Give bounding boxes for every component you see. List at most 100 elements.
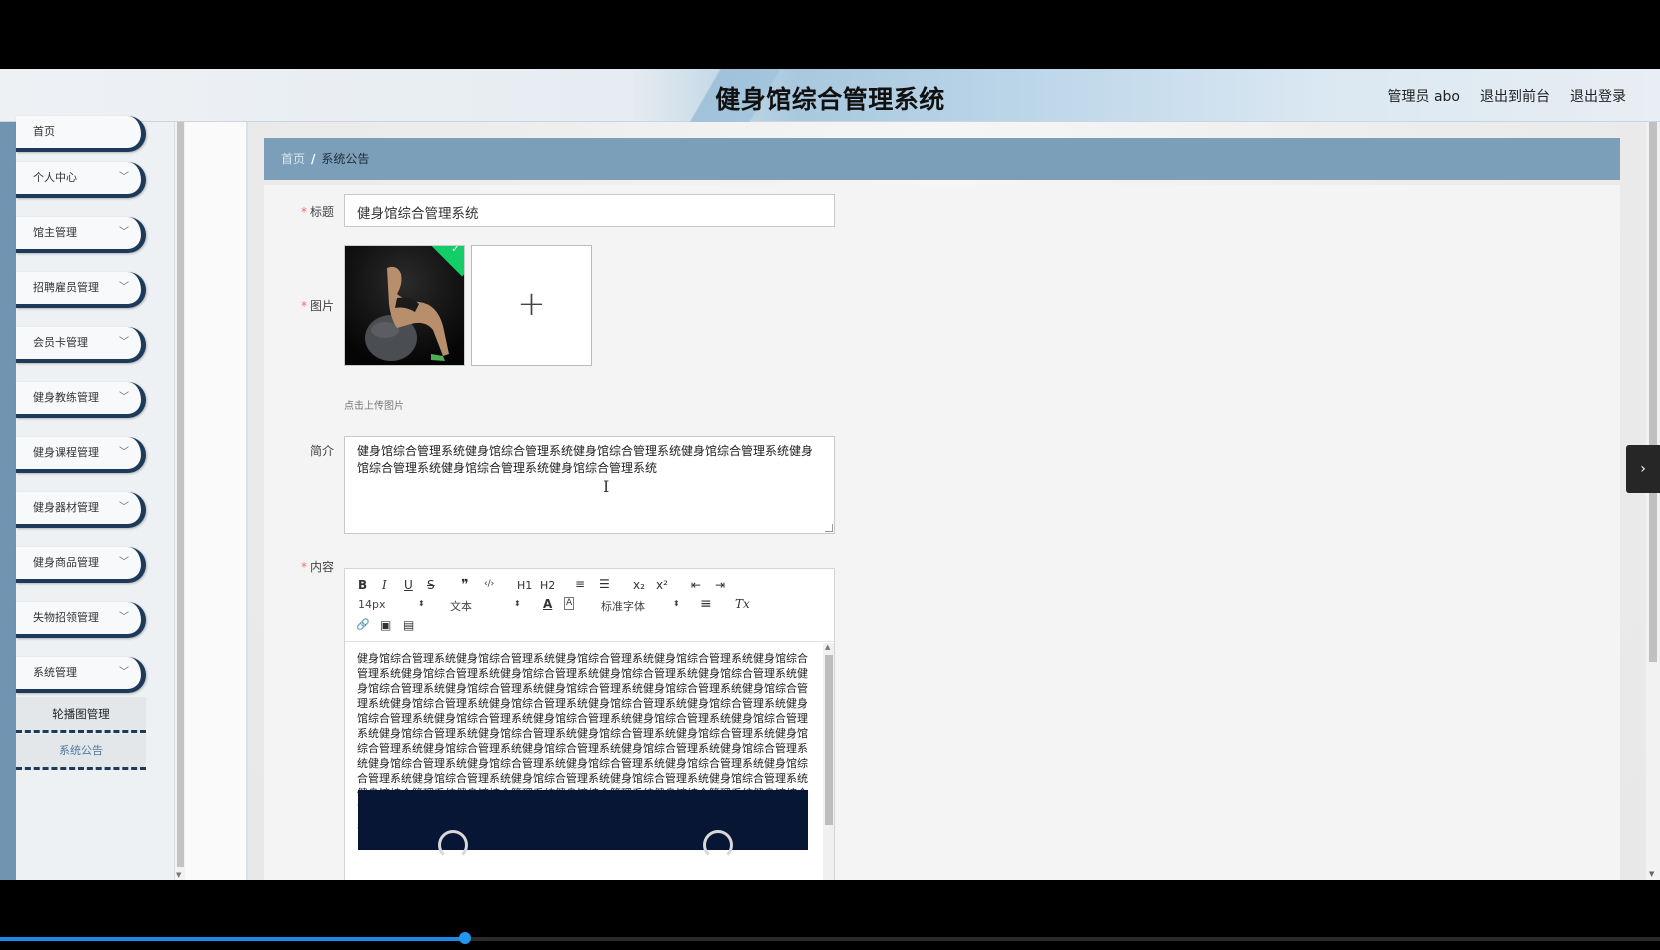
scroll-down-icon[interactable]: ▼: [176, 871, 181, 879]
bullet-list-button[interactable]: ☰: [599, 577, 610, 591]
font-color-button[interactable]: A: [543, 597, 552, 611]
video-frame: 健身馆综合管理系统 管理员 abo 退出到前台 退出登录 首页 个人中心 ﹀ 馆主…: [0, 0, 1660, 950]
indent-button[interactable]: ⇥: [715, 578, 725, 592]
back-to-frontend-link[interactable]: 退出到前台: [1480, 86, 1550, 106]
sidebar-item-label: 失物招领管理: [33, 611, 99, 624]
uploaded-image-thumbnail[interactable]: ✓: [344, 245, 465, 366]
rich-text-editor: B I U S ❞ ‹/› H1 H2 ≡ ☰ x₂ x² ⇤ ⇥ 14px ⬍…: [344, 568, 835, 880]
quote-button[interactable]: ❞: [461, 577, 469, 593]
sidebar-item-label: 健身教练管理: [33, 391, 99, 404]
sidebar-item-owner-management[interactable]: 馆主管理 ﹀: [16, 217, 146, 253]
scroll-up-icon[interactable]: ▲: [825, 643, 830, 651]
strike-button[interactable]: S: [427, 578, 435, 592]
font-size-value: 14px: [358, 598, 386, 611]
italic-button[interactable]: I: [382, 578, 387, 592]
outdent-button[interactable]: ⇤: [691, 578, 701, 592]
editor-scrollbar[interactable]: ▲: [823, 643, 834, 880]
intro-label: 简介: [309, 444, 334, 458]
main-scrollbar[interactable]: ▼: [1646, 122, 1660, 880]
content-gutter: [185, 122, 248, 880]
link-button[interactable]: 🔗: [356, 618, 370, 631]
sidebar-item-label: 招聘雇员管理: [33, 281, 99, 294]
align-button[interactable]: ≡: [700, 596, 712, 612]
bold-button[interactable]: B: [358, 578, 367, 592]
chevron-down-icon: ﹀: [119, 612, 129, 623]
text-cursor-icon: I: [603, 477, 610, 496]
upload-add-button[interactable]: +: [471, 245, 592, 366]
font-family-select[interactable]: 标准字体 ⬍: [601, 598, 681, 614]
format-value: 文本: [450, 600, 472, 613]
sidebar-item-coach-management[interactable]: 健身教练管理 ﹀: [16, 382, 146, 418]
font-size-select[interactable]: 14px ⬍: [358, 598, 428, 611]
video-progress-knob[interactable]: [459, 932, 471, 944]
sidebar-item-employee-management[interactable]: 招聘雇员管理 ﹀: [16, 272, 146, 308]
image-detail: [438, 830, 468, 860]
video-progress-fill: [0, 937, 465, 941]
fitness-photo: [345, 246, 464, 365]
select-arrows-icon: ⬍: [514, 599, 521, 608]
sidebar-item-membership-card[interactable]: 会员卡管理 ﹀: [16, 327, 146, 363]
intro-textarea[interactable]: 健身馆综合管理系统健身馆综合管理系统健身馆综合管理系统健身馆综合管理系统健身馆综…: [344, 436, 835, 534]
sidebar-item-label: 馆主管理: [33, 226, 77, 239]
top-header: 健身馆综合管理系统 管理员 abo 退出到前台 退出登录: [0, 69, 1660, 122]
sidebar-item-product-management[interactable]: 健身商品管理 ﹀: [16, 547, 146, 583]
submenu-item-carousel[interactable]: 轮播图管理: [16, 697, 146, 733]
sidebar-item-system-management[interactable]: 系统管理 ﹀: [16, 657, 146, 693]
content-label: * 内容: [300, 560, 334, 574]
sidebar-item-label: 健身商品管理: [33, 556, 99, 569]
chevron-down-icon: ﹀: [119, 667, 129, 678]
video-button[interactable]: ▤: [403, 618, 414, 632]
title-label: * 标题: [300, 205, 334, 219]
title-input[interactable]: 健身馆综合管理系统: [344, 194, 835, 227]
main-scrollbar-thumb[interactable]: [1649, 122, 1657, 662]
check-icon: ✓: [451, 245, 460, 255]
image-button[interactable]: ▣: [380, 618, 391, 632]
resize-handle[interactable]: [825, 524, 833, 532]
required-mark: *: [300, 560, 307, 574]
heading2-button[interactable]: H2: [540, 579, 555, 592]
chevron-down-icon: ﹀: [119, 447, 129, 458]
select-arrows-icon: ⬍: [418, 599, 425, 608]
select-arrows-icon: ⬍: [673, 599, 680, 608]
sidebar-item-lost-found[interactable]: 失物招领管理 ﹀: [16, 602, 146, 638]
logout-link[interactable]: 退出登录: [1570, 86, 1626, 106]
chevron-down-icon: ﹀: [119, 172, 129, 183]
scroll-down-icon[interactable]: ▼: [1649, 870, 1654, 878]
clear-format-button[interactable]: Tx: [735, 597, 750, 611]
video-progress-bar[interactable]: [0, 932, 1660, 944]
chevron-down-icon: ﹀: [119, 502, 129, 513]
chevron-down-icon: ﹀: [119, 392, 129, 403]
editor-toolbar: B I U S ❞ ‹/› H1 H2 ≡ ☰ x₂ x² ⇤ ⇥ 14px ⬍…: [345, 569, 834, 642]
editor-scrollbar-thumb[interactable]: [825, 655, 833, 825]
code-button[interactable]: ‹/›: [484, 579, 494, 589]
format-select[interactable]: 文本 ⬍: [450, 598, 521, 614]
font-family-value: 标准字体: [601, 600, 645, 613]
current-user-label: 管理员 abo: [1387, 89, 1460, 105]
sidebar-item-label: 健身课程管理: [33, 446, 99, 459]
app-window: 健身馆综合管理系统 管理员 abo 退出到前台 退出登录 首页 个人中心 ﹀ 馆主…: [0, 69, 1660, 880]
breadcrumb-separator: /: [311, 152, 316, 166]
editor-embedded-image[interactable]: [358, 790, 808, 860]
ordered-list-button[interactable]: ≡: [575, 577, 585, 591]
sidebar-item-label: 会员卡管理: [33, 336, 88, 349]
chevron-down-icon: ﹀: [119, 282, 129, 293]
sidebar-item-equipment-management[interactable]: 健身器材管理 ﹀: [16, 492, 146, 528]
sidebar-item-label: 健身器材管理: [33, 501, 99, 514]
background-color-button[interactable]: A: [564, 597, 575, 610]
breadcrumb-home[interactable]: 首页: [281, 152, 305, 166]
required-mark: *: [300, 299, 307, 313]
chevron-right-icon[interactable]: ›: [1626, 445, 1660, 493]
sidebar-item-label: 个人中心: [33, 171, 77, 184]
underline-button[interactable]: U: [404, 578, 413, 592]
chevron-down-icon: ﹀: [119, 337, 129, 348]
heading1-button[interactable]: H1: [517, 579, 532, 592]
subscript-button[interactable]: x₂: [633, 578, 645, 592]
submenu-item-announcement[interactable]: 系统公告: [16, 734, 146, 770]
superscript-button[interactable]: x²: [656, 578, 668, 592]
sidebar-scrollbar[interactable]: ▼: [174, 122, 185, 880]
image-label: * 图片: [300, 299, 334, 313]
sidebar-item-home[interactable]: 首页: [16, 116, 146, 152]
sidebar-item-course-management[interactable]: 健身课程管理 ﹀: [16, 437, 146, 473]
sidebar-item-personal-center[interactable]: 个人中心 ﹀: [16, 162, 146, 198]
sidebar-scrollbar-thumb[interactable]: [177, 122, 184, 867]
